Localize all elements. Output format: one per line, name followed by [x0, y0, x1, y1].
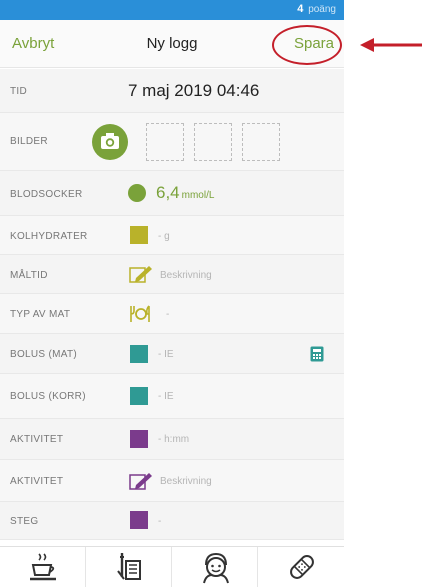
bolus-corr-label: BOLUS (KORR): [10, 391, 86, 402]
time-row[interactable]: TID 7 maj 2019 04:46: [0, 69, 344, 113]
photos-label: BILDER: [10, 136, 48, 147]
activity-desc-label: AKTIVITET: [10, 476, 64, 487]
activity-time-label: AKTIVITET: [10, 434, 64, 445]
save-highlight-annotation: [272, 25, 342, 65]
photo-slot-1[interactable]: [146, 123, 184, 161]
tab-health[interactable]: [258, 547, 344, 587]
pencil-icon: [129, 471, 153, 496]
activity-time-row[interactable]: AKTIVITET - h:mm: [0, 419, 344, 460]
cancel-button[interactable]: Avbryt: [12, 35, 54, 52]
glucose-label: BLODSOCKER: [10, 189, 83, 200]
points-label: poäng: [308, 4, 336, 15]
steps-label: STEG: [10, 516, 39, 527]
glucose-indicator-icon: [128, 184, 146, 202]
meal-description[interactable]: Beskrivning: [160, 270, 212, 281]
activity-time-value[interactable]: - h:mm: [158, 434, 189, 445]
pen-book-icon: [117, 553, 141, 580]
camera-icon[interactable]: [92, 124, 128, 160]
carbs-label: KOLHYDRATER: [10, 231, 88, 242]
arrow-left-icon: [360, 38, 422, 52]
glucose-value-wrap: 6,4 mmol/L: [156, 183, 214, 203]
app-screen: 4 poäng Avbryt Ny logg Spara TID 7 maj 2…: [0, 0, 344, 587]
time-value[interactable]: 7 maj 2019 04:46: [128, 81, 259, 101]
tab-notes[interactable]: [86, 547, 172, 587]
bottom-tab-bar: [0, 546, 344, 587]
photo-slot-2[interactable]: [194, 123, 232, 161]
activity-color-square: [130, 430, 148, 448]
food-icon: [129, 305, 151, 328]
activity-description[interactable]: Beskrivning: [160, 476, 212, 487]
carbs-value[interactable]: - g: [158, 231, 170, 242]
glucose-value: 6,4: [156, 183, 180, 202]
steps-color-square: [130, 511, 148, 529]
bolus-meal-color-square: [130, 345, 148, 363]
photos-row: BILDER: [0, 113, 344, 171]
meal-row[interactable]: MÅLTID Beskrivning: [0, 255, 344, 294]
bolus-corr-color-square: [130, 387, 148, 405]
tab-profile[interactable]: [172, 547, 258, 587]
glucose-row[interactable]: BLODSOCKER 6,4 mmol/L: [0, 171, 344, 216]
bandage-icon: [290, 555, 314, 579]
status-bar: 4 poäng: [0, 0, 344, 20]
calculator-icon[interactable]: [310, 346, 324, 367]
photo-slot-3[interactable]: [242, 123, 280, 161]
steps-value[interactable]: -: [158, 516, 161, 527]
bolus-meal-value[interactable]: - IE: [158, 349, 174, 360]
bolus-corr-value[interactable]: - IE: [158, 391, 174, 402]
activity-desc-row[interactable]: AKTIVITET Beskrivning: [0, 460, 344, 502]
food-type-value[interactable]: -: [166, 309, 169, 320]
bolus-meal-label: BOLUS (MAT): [10, 349, 78, 360]
time-label: TID: [10, 86, 28, 97]
food-type-label: TYP AV MAT: [10, 309, 71, 320]
bolus-corr-row[interactable]: BOLUS (KORR) - IE: [0, 374, 344, 419]
points-value: 4: [297, 3, 304, 15]
carbs-color-square: [130, 226, 148, 244]
steps-row[interactable]: STEG -: [0, 502, 344, 540]
coffee-icon: [30, 553, 56, 581]
meal-label: MÅLTID: [10, 270, 48, 281]
bolus-meal-row[interactable]: BOLUS (MAT) - IE: [0, 334, 344, 374]
food-type-row[interactable]: TYP AV MAT -: [0, 294, 344, 334]
tab-food[interactable]: [0, 547, 86, 587]
carbs-row[interactable]: KOLHYDRATER - g: [0, 216, 344, 255]
pencil-icon: [129, 264, 153, 289]
glucose-unit: mmol/L: [181, 190, 215, 201]
points-counter: 4 poäng: [297, 3, 336, 15]
avatar-icon: [203, 552, 229, 584]
